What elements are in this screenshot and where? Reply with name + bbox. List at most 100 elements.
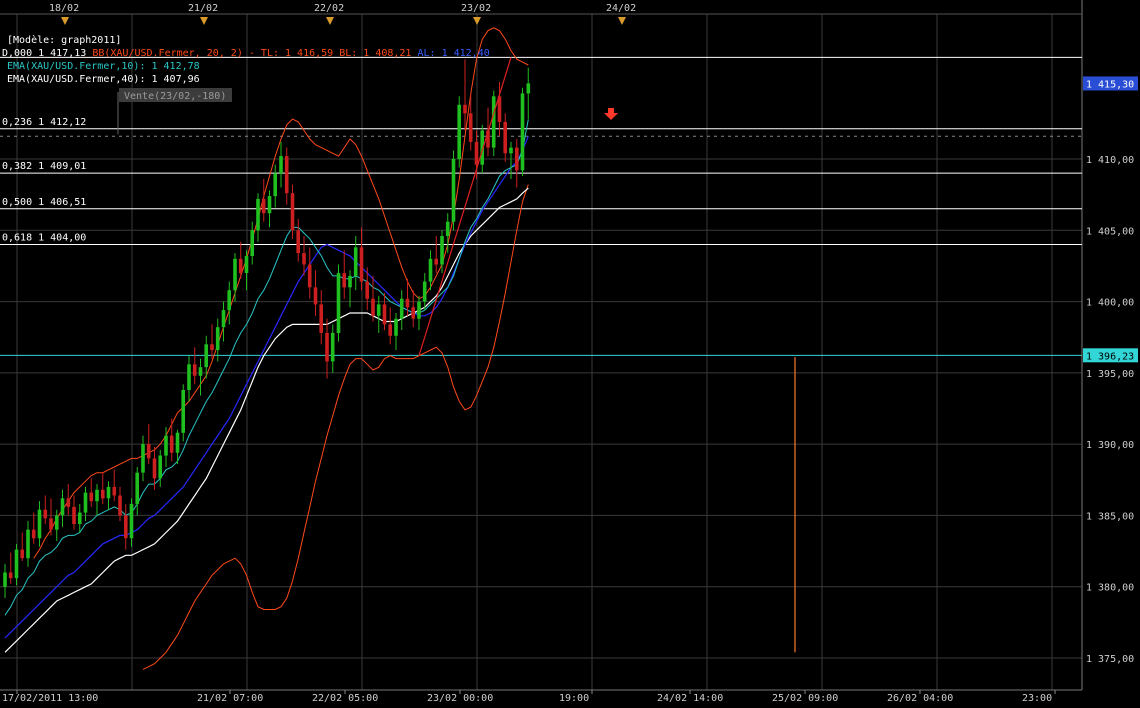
chart-background bbox=[0, 0, 1140, 708]
candle-body-90 bbox=[520, 93, 525, 171]
candle-body-38 bbox=[221, 310, 226, 328]
candle-body-61 bbox=[353, 247, 358, 276]
candle-body-11 bbox=[66, 498, 71, 507]
current-price-label: 1 415,30 bbox=[1086, 79, 1134, 90]
candle-body-44 bbox=[256, 198, 260, 231]
candle-body-21 bbox=[124, 515, 128, 539]
candle-body-66 bbox=[382, 304, 387, 325]
candle-body-6 bbox=[37, 509, 42, 539]
y-tick-label-5: 1 400,00 bbox=[1086, 298, 1134, 309]
candle-body-87 bbox=[503, 121, 507, 154]
candle-body-82 bbox=[474, 141, 479, 165]
candle-body-23 bbox=[135, 472, 139, 505]
candle-body-28 bbox=[164, 435, 168, 456]
candle-body-41 bbox=[238, 258, 243, 274]
candle-body-5 bbox=[31, 529, 36, 539]
candle-body-26 bbox=[152, 458, 157, 479]
candle-body-58 bbox=[336, 273, 341, 333]
candle-body-20 bbox=[118, 495, 122, 516]
candle-body-53 bbox=[307, 264, 312, 288]
candle-body-74 bbox=[428, 258, 433, 282]
candle-body-30 bbox=[175, 432, 180, 453]
candle-body-78 bbox=[451, 159, 456, 222]
y-tick-label-4: 1 395,00 bbox=[1086, 369, 1134, 380]
x-tick-label-4: 19:00 bbox=[559, 693, 589, 704]
x-tick-label-3: 23/02 00:00 bbox=[427, 693, 493, 704]
candle-body-60 bbox=[348, 275, 352, 288]
candle-body-37 bbox=[215, 327, 220, 350]
candle-body-79 bbox=[457, 104, 461, 159]
candle-body-0 bbox=[3, 572, 7, 587]
candle-body-64 bbox=[371, 298, 375, 316]
x-tick-label-1: 21/02 07:00 bbox=[197, 693, 263, 704]
candle-body-51 bbox=[296, 230, 300, 254]
candle-body-3 bbox=[20, 549, 24, 559]
price-chart[interactable]: 0,236 1 412,12 0,382 1 409,01 0,500 1 406,… bbox=[0, 0, 1140, 708]
candle-body-48 bbox=[279, 156, 283, 174]
candle-body-15 bbox=[89, 492, 94, 502]
bollinger-name: BB(XAU/USD.Fermer, 20, 2) bbox=[92, 48, 243, 59]
candle-body-68 bbox=[394, 318, 398, 336]
candle-body-50 bbox=[290, 193, 295, 231]
candle-body-77 bbox=[445, 221, 450, 236]
ema40-info: EMA(XAU/USD.Fermer,40): 1 407,96 bbox=[7, 74, 200, 85]
sell-tag: Vente(23/02,-180) bbox=[124, 91, 226, 102]
day-marker-label-3: 23/02 bbox=[461, 3, 491, 14]
candle-body-73 bbox=[422, 281, 427, 302]
y-tick-label-0: 1 375,00 bbox=[1086, 654, 1134, 665]
y-tick-label-1: 1 380,00 bbox=[1086, 583, 1134, 594]
candle-body-54 bbox=[313, 287, 318, 305]
candle-body-24 bbox=[141, 444, 145, 473]
bollinger-tl: TL: 1 416,59 bbox=[261, 48, 333, 59]
candle-body-72 bbox=[417, 301, 421, 319]
x-tick-label-8: 23:00 bbox=[1022, 693, 1052, 704]
day-marker-label-0: 18/02 bbox=[49, 3, 79, 14]
candle-body-8 bbox=[49, 518, 53, 530]
bollinger-al: AL: 1 412,40 bbox=[417, 48, 489, 59]
candle-body-32 bbox=[187, 364, 191, 390]
candle-body-81 bbox=[468, 113, 473, 142]
bollinger-separator: - bbox=[249, 48, 261, 59]
candle-body-19 bbox=[112, 486, 117, 496]
bollinger-bl: BL: 1 408,21 bbox=[339, 48, 411, 59]
candle-body-13 bbox=[78, 512, 82, 524]
candle-body-62 bbox=[359, 247, 364, 282]
candle-body-1 bbox=[8, 572, 13, 579]
candle-body-47 bbox=[273, 173, 277, 197]
y-tick-label-3: 1 390,00 bbox=[1086, 440, 1134, 451]
candle-body-17 bbox=[101, 489, 105, 499]
candle-body-42 bbox=[244, 255, 249, 273]
candle-body-36 bbox=[210, 344, 214, 350]
candle-body-29 bbox=[169, 435, 174, 453]
candle-body-2 bbox=[14, 549, 19, 579]
candle-body-22 bbox=[129, 504, 134, 539]
candle-body-88 bbox=[509, 147, 513, 154]
model-label: [Modèle: graph2011] bbox=[7, 34, 121, 46]
candle-body-91 bbox=[526, 83, 531, 94]
candle-body-39 bbox=[227, 290, 231, 311]
candle-body-49 bbox=[284, 156, 289, 194]
x-tick-label-0: 17/02/2011 13:00 bbox=[2, 693, 98, 704]
x-tick-label-5: 24/02 14:00 bbox=[657, 693, 723, 704]
x-tick-label-6: 25/02 09:00 bbox=[772, 693, 838, 704]
fib-label-0,236: 0,236 1 412,12 bbox=[2, 117, 86, 128]
candle-body-65 bbox=[376, 304, 381, 316]
candle-body-75 bbox=[434, 258, 438, 265]
candle-body-14 bbox=[83, 492, 88, 513]
y-tick-label-6: 1 405,00 bbox=[1086, 226, 1134, 237]
candle-body-35 bbox=[204, 344, 208, 368]
candle-body-34 bbox=[198, 367, 203, 376]
bollinger-prefix: D,000 1 417,13 bbox=[2, 48, 86, 59]
ema10-info: EMA(XAU/USD.Fermer,10): 1 412,78 bbox=[7, 61, 200, 72]
candle-body-10 bbox=[60, 498, 65, 516]
candle-body-67 bbox=[388, 324, 392, 336]
candle-body-18 bbox=[106, 486, 111, 499]
candle-body-16 bbox=[95, 489, 99, 502]
candle-body-4 bbox=[26, 529, 30, 559]
candle-body-71 bbox=[411, 307, 415, 319]
candle-body-40 bbox=[233, 258, 237, 291]
day-marker-label-2: 22/02 bbox=[314, 3, 344, 14]
day-marker-label-1: 21/02 bbox=[188, 3, 218, 14]
candle-body-31 bbox=[181, 390, 185, 433]
y-tick-label-2: 1 385,00 bbox=[1086, 511, 1134, 522]
